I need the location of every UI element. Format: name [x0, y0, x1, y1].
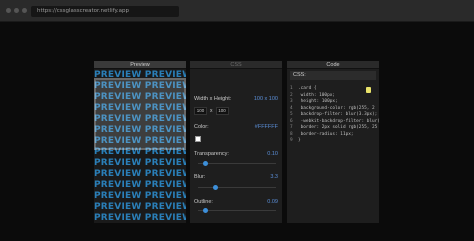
- size-value: 100 x 100: [253, 96, 278, 102]
- transparency-label: Transparency:: [194, 151, 229, 157]
- blur-label: Blur:: [194, 174, 206, 180]
- preview-text-line: PREVIEW PREVIEW PREVIEW: [94, 169, 186, 179]
- color-label: Color:: [194, 124, 209, 130]
- code-text: backdrop-filter: blur(3.3px);: [298, 112, 378, 117]
- minimize-window-icon[interactable]: [14, 8, 19, 13]
- code-panel: Code CSS: 1 .card {2 width: 100px; 3 heigh…: [287, 61, 380, 223]
- maximize-window-icon[interactable]: [22, 8, 27, 13]
- controls-panel: CSS Width x Height: 100 x 100 100 x 100 …: [190, 61, 282, 223]
- height-input[interactable]: 100: [215, 107, 229, 115]
- preview-panel: Preview PREVIEW PREVIEW PREVIEWPREVIEW P…: [94, 61, 186, 223]
- blur-value: 3.3: [270, 174, 278, 180]
- controls-header: CSS: [190, 61, 282, 69]
- code-text: .card {: [298, 86, 317, 91]
- css-label: CSS:: [290, 71, 376, 80]
- css-code-block[interactable]: 1 .card {2 width: 100px; 3 height: 100px; 4…: [290, 86, 380, 145]
- color-value: #FFFFFF: [254, 124, 278, 130]
- outline-value: 0.09: [267, 199, 278, 205]
- preview-text-line: PREVIEW PREVIEW PREVIEW: [94, 180, 186, 190]
- code-text: background-color: rgb(255, 2: [298, 105, 375, 111]
- preview-text-line: PREVIEW PREVIEW PREVIEW: [94, 191, 186, 201]
- width-input[interactable]: 100: [194, 107, 207, 115]
- outline-label: Outline:: [194, 199, 213, 205]
- code-text: height: 100px;: [298, 99, 338, 104]
- code-text: width: 100px;: [298, 92, 336, 98]
- code-text: -webkit-backdrop-filter: blur(: [298, 118, 380, 124]
- size-separator: x: [210, 108, 213, 114]
- preview-text-line: PREVIEW PREVIEW PREVIEW: [94, 213, 186, 223]
- size-label: Width x Height:: [194, 96, 232, 102]
- size-inputs: 100 x 100: [194, 107, 229, 115]
- preview-text-line: PREVIEW PREVIEW PREVIEW: [94, 158, 186, 168]
- code-line: 9}: [290, 138, 376, 145]
- close-window-icon[interactable]: [6, 8, 11, 13]
- transparency-value: 0.10: [267, 151, 278, 157]
- line-number: 9: [290, 138, 293, 143]
- preview-title: Preview: [94, 61, 186, 69]
- outline-slider-thumb[interactable]: [202, 208, 208, 213]
- glass-card: [94, 78, 186, 150]
- code-text: border-radius: 11px;: [298, 131, 354, 137]
- code-text: border: 2px solid rgb(255, 25: [298, 125, 378, 130]
- address-bar[interactable]: https://cssglasscreator.netlify.app: [31, 6, 179, 17]
- code-title: Code: [287, 61, 379, 69]
- color-swatch[interactable]: [195, 136, 201, 142]
- transparency-slider[interactable]: [198, 161, 276, 166]
- blur-slider[interactable]: [198, 185, 276, 190]
- page: Preview PREVIEW PREVIEW PREVIEWPREVIEW P…: [0, 22, 474, 241]
- preview-area: PREVIEW PREVIEW PREVIEWPREVIEW PREVIEW P…: [94, 69, 186, 223]
- preview-text-line: PREVIEW PREVIEW PREVIEW: [94, 202, 186, 212]
- browser-chrome: https://cssglasscreator.netlify.app: [0, 0, 474, 22]
- window-controls: [6, 8, 27, 13]
- code-text: }: [298, 138, 301, 143]
- transparency-slider-thumb[interactable]: [203, 161, 209, 166]
- copy-icon[interactable]: [366, 87, 371, 93]
- outline-slider[interactable]: [198, 208, 276, 213]
- blur-slider-thumb[interactable]: [212, 185, 218, 190]
